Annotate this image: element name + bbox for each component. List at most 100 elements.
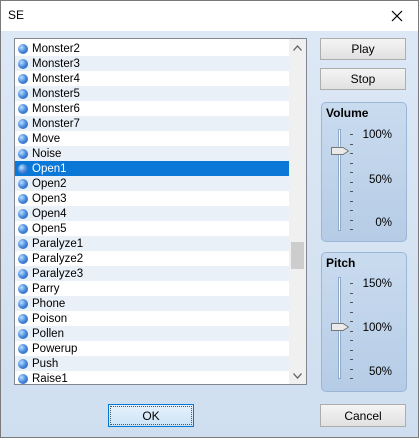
list-item[interactable]: Monster5 <box>15 86 289 101</box>
sound-icon <box>18 163 28 174</box>
list-item[interactable]: Raise1 <box>15 371 289 384</box>
slider-tick <box>350 229 353 230</box>
list-item-label: Open4 <box>32 207 67 220</box>
sound-icon <box>18 73 28 84</box>
slider-tick <box>350 330 353 332</box>
sound-icon <box>18 283 28 294</box>
sound-icon <box>18 118 28 129</box>
list-item[interactable]: Powerup <box>15 341 289 356</box>
sound-icon <box>18 298 28 309</box>
list-item[interactable]: Poison <box>15 311 289 326</box>
sound-list[interactable]: Monster2 Monster3 Monster4 Monster5 Monster6… <box>14 38 307 385</box>
list-item-label: Paralyze2 <box>32 252 84 265</box>
list-item-label: Open1 <box>32 162 67 175</box>
sound-icon <box>18 193 28 204</box>
volume-track <box>338 129 341 231</box>
volume-label-low: 0% <box>375 217 392 229</box>
volume-panel: Volume 100% 50% 0% <box>321 102 407 242</box>
pitch-panel: Pitch 150% 100% 50% <box>321 252 407 392</box>
sound-icon <box>18 313 28 324</box>
slider-tick <box>350 162 353 164</box>
list-item[interactable]: Open2 <box>15 176 289 191</box>
list-item[interactable]: Open4 <box>15 206 289 221</box>
list-item[interactable]: Open5 <box>15 221 289 236</box>
list-item-label: Paralyze3 <box>32 267 84 280</box>
slider-tick <box>350 153 353 154</box>
slider-tick <box>350 349 353 351</box>
slider-tick <box>350 134 353 135</box>
list-item[interactable]: Open1 <box>15 161 289 176</box>
list-item[interactable]: Monster6 <box>15 101 289 116</box>
pitch-label-high: 150% <box>362 278 392 290</box>
list-item[interactable]: Paralyze3 <box>15 266 289 281</box>
list-item-label: Open2 <box>32 177 67 190</box>
list-item-label: Phone <box>32 297 66 310</box>
list-item-label: Open5 <box>32 222 67 235</box>
title-bar: SE <box>1 1 418 31</box>
list-item[interactable]: Pollen <box>15 326 289 341</box>
chevron-up-icon <box>293 44 302 51</box>
slider-tick <box>350 321 353 322</box>
pitch-slider-thumb[interactable] <box>331 323 349 331</box>
ok-button-label: OK <box>110 406 192 425</box>
slider-tick <box>350 368 353 370</box>
list-item-label: Open3 <box>32 192 67 205</box>
list-item-label: Monster3 <box>32 57 80 70</box>
slider-tick <box>350 172 353 173</box>
list-item[interactable]: Paralyze1 <box>15 236 289 251</box>
volume-label-high: 100% <box>362 129 392 141</box>
dialog-body: Monster2 Monster3 Monster4 Monster5 Monster6… <box>1 31 418 437</box>
sound-icon <box>18 343 28 354</box>
slider-tick <box>350 200 353 202</box>
list-item[interactable]: Monster7 <box>15 116 289 131</box>
sound-icon <box>18 208 28 219</box>
list-scrollbar[interactable] <box>289 39 306 384</box>
slider-tick <box>350 359 353 360</box>
slider-tick <box>350 143 353 145</box>
stop-button[interactable]: Stop <box>320 68 406 90</box>
sound-icon <box>18 133 28 144</box>
slider-tick <box>350 283 353 284</box>
list-item[interactable]: Phone <box>15 296 289 311</box>
slider-tick <box>350 292 353 294</box>
sound-list-rows: Monster2 Monster3 Monster4 Monster5 Monster6… <box>15 41 289 384</box>
list-item[interactable]: Monster2 <box>15 41 289 56</box>
list-item-label: Paralyze1 <box>32 237 84 250</box>
scroll-down-button[interactable] <box>289 367 306 384</box>
sound-icon <box>18 238 28 249</box>
slider-tick <box>350 219 353 221</box>
slider-tick <box>350 302 353 303</box>
list-item[interactable]: Noise <box>15 146 289 161</box>
cancel-button[interactable]: Cancel <box>320 404 406 427</box>
close-button[interactable] <box>386 5 408 27</box>
play-button[interactable]: Play <box>320 38 406 60</box>
slider-tick <box>350 181 353 183</box>
list-item-label: Pollen <box>32 327 64 340</box>
sound-icon <box>18 43 28 54</box>
list-item[interactable]: Move <box>15 131 289 146</box>
list-item-label: Monster6 <box>32 102 80 115</box>
sound-icon <box>18 223 28 234</box>
sound-icon <box>18 148 28 159</box>
ok-button[interactable]: OK <box>108 404 194 427</box>
list-item[interactable]: Monster4 <box>15 71 289 86</box>
pitch-title: Pitch <box>326 256 356 270</box>
list-item[interactable]: Parry <box>15 281 289 296</box>
list-item-label: Move <box>32 132 61 145</box>
sound-icon <box>18 373 28 384</box>
list-item-label: Monster5 <box>32 87 80 100</box>
scroll-up-button[interactable] <box>289 39 306 56</box>
list-item[interactable]: Push <box>15 356 289 371</box>
list-item[interactable]: Paralyze2 <box>15 251 289 266</box>
list-item[interactable]: Monster3 <box>15 56 289 71</box>
window-title: SE <box>8 8 25 22</box>
list-item[interactable]: Open3 <box>15 191 289 206</box>
scroll-thumb[interactable] <box>291 242 304 269</box>
pitch-label-low: 50% <box>368 366 392 378</box>
list-item-label: Parry <box>32 282 60 295</box>
close-icon <box>391 10 403 22</box>
volume-slider-thumb[interactable] <box>331 147 349 155</box>
sound-icon <box>18 268 28 279</box>
sound-icon <box>18 253 28 264</box>
list-item-label: Push <box>32 357 59 370</box>
